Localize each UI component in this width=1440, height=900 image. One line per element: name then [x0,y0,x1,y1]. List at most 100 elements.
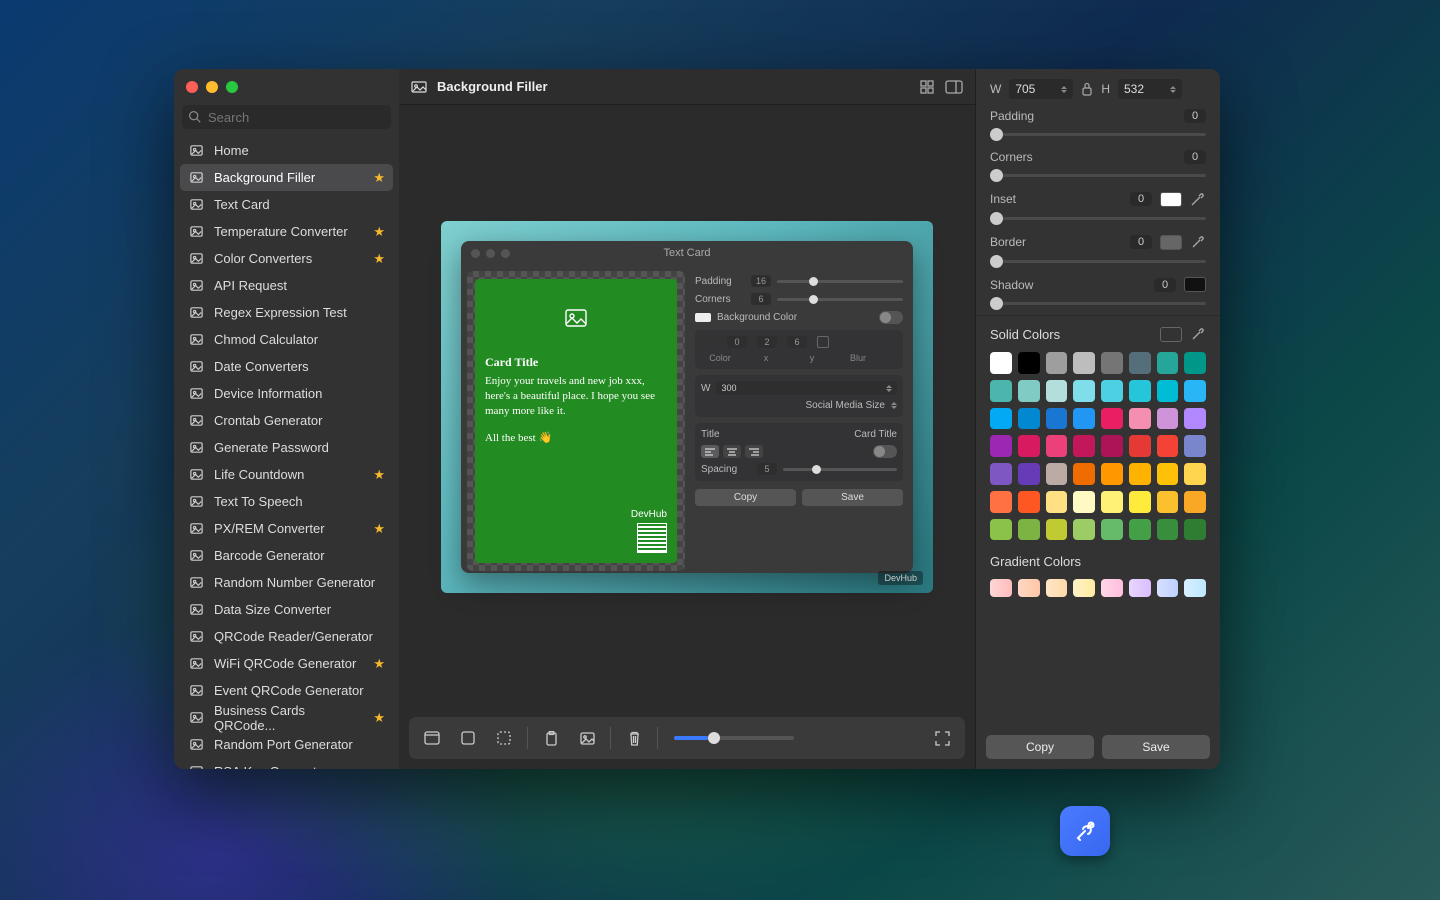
zoom-slider[interactable] [674,736,794,740]
color-swatch[interactable] [1157,352,1179,374]
eyedropper-icon[interactable] [1190,191,1206,207]
color-swatch[interactable] [1101,491,1123,513]
color-swatch[interactable] [1073,435,1095,457]
color-swatch[interactable] [1073,491,1095,513]
color-swatch[interactable] [1018,408,1040,430]
gradient-swatch[interactable] [1073,579,1095,597]
inset-slider[interactable] [990,217,1206,220]
gradient-swatch[interactable] [990,579,1012,597]
color-swatch[interactable] [1101,352,1123,374]
color-swatch[interactable] [1101,380,1123,402]
ic-title-toggle[interactable] [873,445,897,458]
color-swatch[interactable] [1184,463,1206,485]
sidebar-item[interactable]: WiFi QRCode Generator★ [180,650,393,677]
gradient-swatch[interactable] [1157,579,1179,597]
corners-slider[interactable] [990,174,1206,177]
color-swatch[interactable] [990,519,1012,541]
toggle-inspector-icon[interactable] [945,80,963,94]
sidebar-item[interactable]: Barcode Generator [180,542,393,569]
color-swatch[interactable] [990,435,1012,457]
color-swatch[interactable] [1157,380,1179,402]
search-input[interactable] [182,105,391,129]
minimize-window-button[interactable] [206,81,218,93]
color-swatch[interactable] [1129,435,1151,457]
color-swatch[interactable] [1129,352,1151,374]
sidebar-item[interactable]: Date Converters [180,353,393,380]
color-swatch[interactable] [990,408,1012,430]
color-swatch[interactable] [1157,491,1179,513]
ic-padding-slider[interactable] [777,280,903,283]
sidebar-item[interactable]: Generate Password [180,434,393,461]
color-swatch[interactable] [1184,435,1206,457]
sidebar-item[interactable]: Chmod Calculator [180,326,393,353]
sidebar-item[interactable]: PX/REM Converter★ [180,515,393,542]
inner-copy-button[interactable]: Copy [695,489,796,506]
color-swatch[interactable] [1046,352,1068,374]
color-swatch[interactable] [1184,408,1206,430]
sidebar-item[interactable]: Random Port Generator [180,731,393,758]
color-swatch[interactable] [990,352,1012,374]
color-swatch[interactable] [1046,519,1068,541]
inner-save-button[interactable]: Save [802,489,903,506]
custom-color-swatch[interactable] [1160,327,1182,342]
color-swatch[interactable] [1129,463,1151,485]
sidebar-item[interactable]: Data Size Converter [180,596,393,623]
ic-shadow-color-swatch[interactable] [701,338,717,347]
ic-spacing-slider[interactable] [783,468,897,471]
color-swatch[interactable] [1046,435,1068,457]
ic-align-segment[interactable] [701,445,763,458]
sidebar-item[interactable]: Crontab Generator [180,407,393,434]
copy-button[interactable]: Copy [986,735,1094,759]
frame-dashed-icon[interactable] [491,725,517,751]
color-swatch[interactable] [1101,463,1123,485]
save-button[interactable]: Save [1102,735,1210,759]
color-swatch[interactable] [1018,519,1040,541]
shadow-color-swatch[interactable] [1184,277,1206,292]
color-swatch[interactable] [1018,463,1040,485]
border-slider[interactable] [990,260,1206,263]
sidebar-item[interactable]: Text To Speech [180,488,393,515]
sidebar-item[interactable]: Business Cards QRCode...★ [180,704,393,731]
sidebar-item[interactable]: Home [180,137,393,164]
gradient-swatch[interactable] [1184,579,1206,597]
clipboard-icon[interactable] [538,725,564,751]
color-swatch[interactable] [1157,408,1179,430]
shadow-slider[interactable] [990,302,1206,305]
eyedropper-icon[interactable] [1190,234,1206,250]
close-window-button[interactable] [186,81,198,93]
sidebar-item[interactable]: Color Converters★ [180,245,393,272]
frame-browser-icon[interactable] [419,725,445,751]
color-swatch[interactable] [1046,380,1068,402]
sidebar-item[interactable]: Random Number Generator [180,569,393,596]
color-swatch[interactable] [1018,491,1040,513]
fit-screen-icon[interactable] [929,725,955,751]
color-swatch[interactable] [1184,491,1206,513]
grid-view-icon[interactable] [919,79,935,95]
color-swatch[interactable] [990,491,1012,513]
sidebar-item[interactable]: Life Countdown★ [180,461,393,488]
frame-none-icon[interactable] [455,725,481,751]
eyedropper-icon[interactable] [1190,326,1206,342]
color-swatch[interactable] [1184,380,1206,402]
color-swatch[interactable] [1184,352,1206,374]
ic-size-stepper[interactable] [891,402,897,409]
color-swatch[interactable] [1157,519,1179,541]
gradient-swatch[interactable] [1129,579,1151,597]
color-swatch[interactable] [1073,519,1095,541]
color-swatch[interactable] [1129,408,1151,430]
color-swatch[interactable] [1018,352,1040,374]
dock-app-icon[interactable] [1060,806,1110,856]
color-swatch[interactable] [1129,519,1151,541]
color-swatch[interactable] [1046,491,1068,513]
ic-shadow-toggle[interactable] [817,336,829,348]
lock-icon[interactable] [1081,82,1093,96]
height-input[interactable]: 532 [1118,79,1182,99]
color-swatch[interactable] [1018,435,1040,457]
ic-bgcolor-toggle[interactable] [879,311,903,324]
ic-corners-slider[interactable] [777,298,903,301]
gradient-swatch[interactable] [1018,579,1040,597]
image-icon[interactable] [574,725,600,751]
sidebar-item[interactable]: Regex Expression Test [180,299,393,326]
sidebar-item[interactable]: Temperature Converter★ [180,218,393,245]
sidebar-item[interactable]: Device Information [180,380,393,407]
